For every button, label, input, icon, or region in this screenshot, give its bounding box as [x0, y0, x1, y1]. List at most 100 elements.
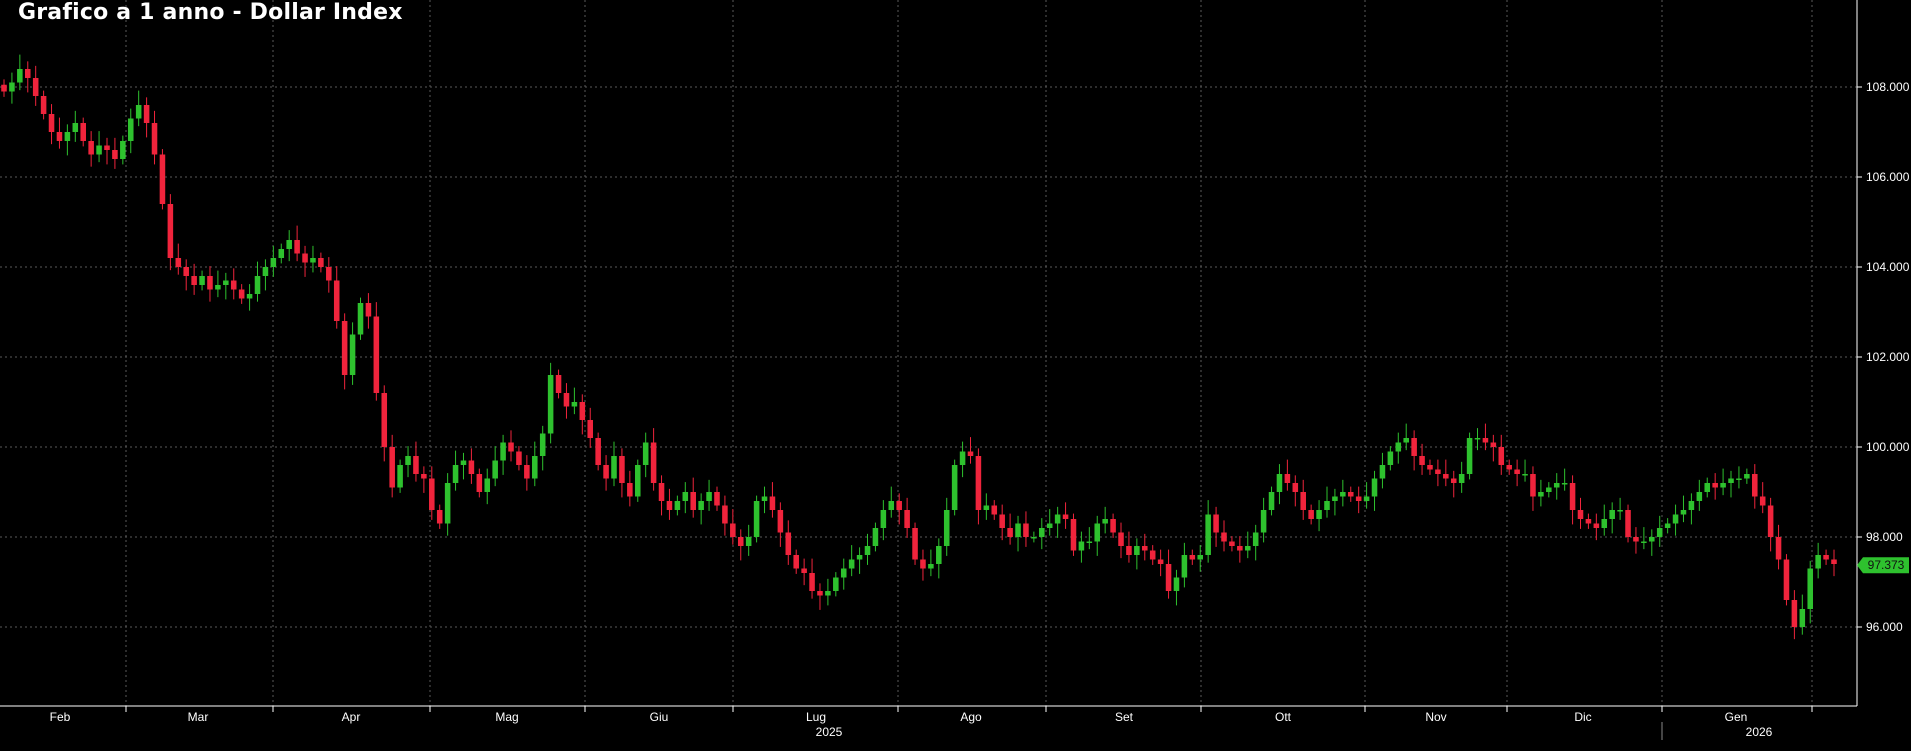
candle-body: [920, 559, 926, 569]
candle-body: [167, 204, 174, 258]
candle-body: [246, 294, 253, 299]
candle-body: [302, 253, 308, 263]
candle-body: [413, 456, 419, 474]
candle-body: [199, 276, 205, 285]
candle-body: [318, 258, 324, 267]
candle-body: [1427, 465, 1433, 470]
candle-body: [1522, 474, 1528, 476]
candle-body: [1419, 456, 1425, 465]
candle-body: [64, 132, 71, 141]
candle-body: [1807, 568, 1814, 609]
candle-body: [1680, 510, 1687, 515]
candle-body: [1466, 438, 1473, 474]
candle-body: [642, 442, 649, 465]
candle-body: [492, 460, 498, 479]
candle-body: [1189, 555, 1196, 560]
candle-body: [349, 334, 356, 375]
candle-body: [32, 78, 39, 96]
candle-body: [476, 474, 483, 492]
x-tick-label: Giu: [650, 710, 669, 724]
candle-body: [1316, 510, 1322, 519]
candle-body: [1649, 537, 1655, 542]
candle-body: [143, 105, 150, 123]
candle-body: [785, 532, 792, 555]
candle-body: [737, 537, 744, 546]
y-tick-label: 96.000: [1866, 620, 1903, 634]
candle-body: [1165, 564, 1172, 591]
candle-body: [1553, 483, 1560, 488]
candle-body: [1664, 523, 1671, 528]
candle-body: [1173, 577, 1180, 591]
candle-body: [951, 465, 958, 510]
candle-body: [262, 267, 269, 276]
candle-body: [928, 564, 934, 569]
y-tick-label: 98.000: [1866, 530, 1903, 544]
candle-body: [1062, 514, 1069, 519]
candle-body: [650, 442, 657, 483]
candle-body: [1656, 528, 1663, 537]
candle-body: [1601, 519, 1608, 528]
candle-body: [341, 321, 348, 375]
candle-body: [1237, 546, 1243, 551]
candle-body: [1561, 483, 1568, 485]
candle-body: [777, 510, 784, 533]
candle-body: [460, 460, 467, 465]
candle-body: [817, 591, 823, 596]
candle-body: [682, 492, 689, 501]
candle-body: [1609, 510, 1615, 519]
candle-body: [698, 501, 704, 510]
candle-body: [627, 483, 633, 497]
candle-body: [1094, 523, 1101, 542]
candle-body: [80, 123, 86, 141]
candle-body: [1577, 510, 1584, 519]
candle-body: [421, 474, 427, 479]
candle-body: [468, 460, 475, 474]
candle-body: [1696, 492, 1703, 501]
candle-body: [1229, 541, 1235, 546]
candle-body: [848, 559, 855, 569]
candle-body: [294, 240, 300, 254]
candle-body: [563, 393, 570, 407]
candle-body: [1387, 451, 1394, 465]
x-tick-label: Mag: [495, 710, 518, 724]
candle-body: [722, 505, 728, 524]
candle-body: [1546, 487, 1552, 492]
candle-body: [135, 105, 142, 119]
candle-body: [745, 537, 752, 546]
candle-body: [452, 465, 459, 483]
candle-body: [880, 510, 887, 528]
candle-body: [999, 514, 1005, 528]
candle-body: [389, 447, 395, 488]
plot-area: [0, 0, 1857, 706]
x-tick-label: Mar: [188, 710, 209, 724]
candle-body: [864, 546, 871, 555]
year-label: 2026: [1746, 725, 1773, 739]
candle-body: [674, 501, 681, 510]
candle-body: [326, 267, 332, 281]
candle-body: [96, 145, 102, 155]
chart-title: Grafico a 1 anno - Dollar Index: [18, 0, 403, 25]
candle-body: [840, 568, 847, 578]
candle-body: [238, 289, 245, 299]
candle-body: [151, 123, 158, 155]
candle-body: [1450, 478, 1457, 483]
candle-body: [444, 483, 451, 524]
candle-body: [207, 276, 213, 290]
candle-body: [500, 442, 506, 461]
candle-body: [159, 154, 166, 204]
candle-body: [1070, 519, 1077, 551]
candle-body: [730, 523, 736, 537]
candle-body: [381, 393, 388, 447]
candle-body: [183, 267, 189, 276]
x-tick-label: Nov: [1425, 710, 1446, 724]
candle-body: [714, 492, 720, 506]
candle-body: [357, 303, 364, 335]
candle-body: [286, 240, 292, 249]
candle-body: [1411, 438, 1417, 456]
candle-body: [896, 501, 902, 510]
candle-body: [1007, 528, 1013, 537]
candle-body: [983, 505, 990, 510]
candle-body: [1197, 555, 1204, 560]
candle-body: [975, 456, 982, 510]
candle-body: [690, 492, 696, 510]
